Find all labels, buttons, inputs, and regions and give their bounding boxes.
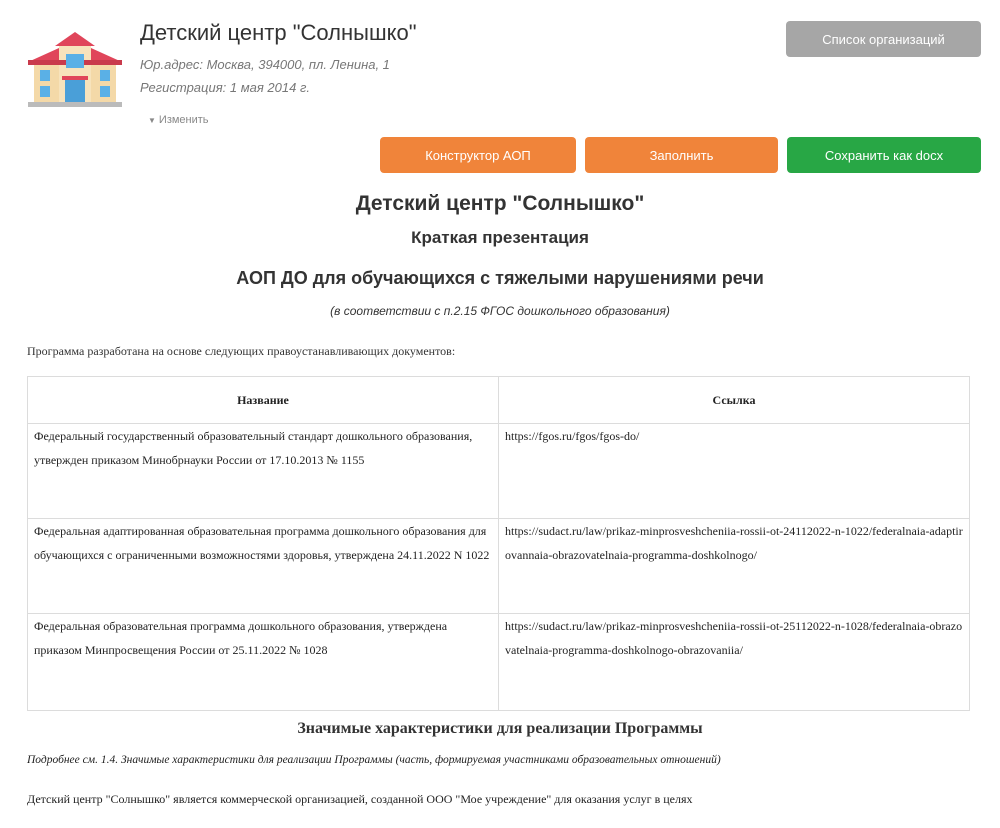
org-registration: Регистрация: 1 мая 2014 г. (140, 80, 310, 95)
aop-constructor-button[interactable]: Конструктор АОП (380, 137, 576, 173)
save-docx-button[interactable]: Сохранить как docx (787, 137, 981, 173)
document-link[interactable]: https://sudact.ru/law/prikaz-minprosvesh… (498, 613, 970, 711)
document-name: Федеральный государственный образователь… (27, 423, 499, 519)
edit-label: Изменить (158, 114, 209, 126)
fill-button[interactable]: Заполнить (585, 137, 778, 173)
program-note: (в соответствии с п.2.15 ФГОС дошкольног… (330, 304, 670, 318)
org-address: Юр.адрес: Москва, 394000, пл. Ленина, 1 (140, 57, 390, 72)
table-row: Федеральная адаптированная образовательн… (27, 518, 970, 614)
document-link[interactable]: https://fgos.ru/fgos/fgos-do/ (498, 423, 970, 519)
edit-toggle[interactable]: ▼ Изменить (148, 114, 209, 126)
document-link[interactable]: https://sudact.ru/law/prikaz-minprosvesh… (498, 518, 970, 614)
org-list-button[interactable]: Список организаций (786, 21, 981, 57)
org-header: Детский центр "Солнышко" Юр.адрес: Москв… (0, 0, 1000, 135)
building-icon (26, 30, 124, 108)
caret-down-icon: ▼ (148, 116, 156, 125)
document-subtitle: Краткая презентация (411, 228, 589, 247)
column-header-name: Название (27, 376, 499, 424)
description-paragraph: Детский центр "Солнышко" является коммер… (27, 792, 693, 806)
table-row: Федеральный государственный образователь… (27, 423, 970, 519)
documents-table: Название Ссылка Федеральный государствен… (27, 376, 970, 711)
table-header-row: Название Ссылка (27, 376, 970, 424)
table-row: Федеральная образовательная программа до… (27, 613, 970, 711)
intro-text: Программа разработана на основе следующи… (27, 344, 456, 358)
section-title: Значимые характеристики для реализации П… (297, 720, 703, 737)
org-title: Детский центр "Солнышко" (140, 20, 417, 45)
program-title: АОП ДО для обучающихся с тяжелыми наруше… (236, 268, 764, 288)
section-note: Подробнее см. 1.4. Значимые характеристи… (27, 754, 721, 766)
column-header-link: Ссылка (498, 376, 970, 424)
document-name: Федеральная образовательная программа до… (27, 613, 499, 711)
document-title: Детский центр "Солнышко" (355, 192, 645, 215)
document-name: Федеральная адаптированная образовательн… (27, 518, 499, 614)
